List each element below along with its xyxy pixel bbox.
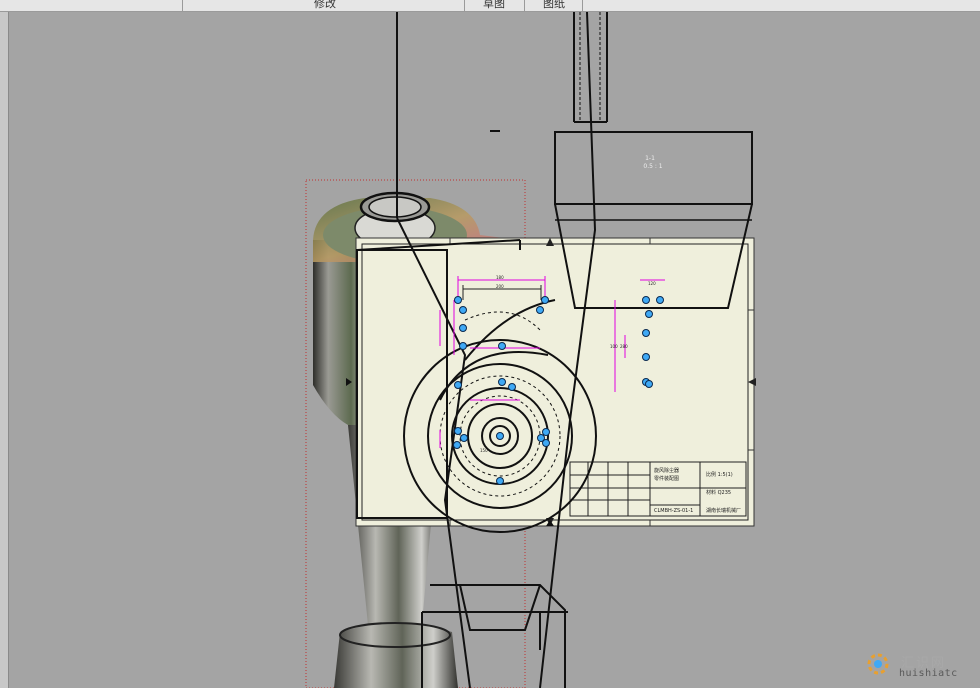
section-scale: 0.5 : 1 bbox=[643, 163, 662, 170]
title-name-2: 零件装配图 bbox=[654, 475, 679, 482]
dim-text: 100 bbox=[610, 344, 618, 349]
dim-text: 180 bbox=[496, 275, 504, 280]
title-name-1: 旋风除尘器 bbox=[654, 467, 679, 474]
title-company: 湖南长瑞机械厂 bbox=[706, 507, 741, 514]
dim-text: 120 bbox=[648, 281, 656, 286]
title-scale: 比例 1:5(1) bbox=[706, 471, 733, 478]
watermark-subtext: huishiatc bbox=[899, 668, 958, 679]
dim-text: 280 bbox=[620, 344, 628, 349]
title-drawing-no: CLMBH-ZS-01-1 bbox=[654, 508, 693, 514]
dim-text: 200 bbox=[496, 284, 504, 289]
dim-text: 150 bbox=[480, 448, 488, 453]
watermark-logo bbox=[867, 653, 889, 675]
section-label: 1-1 bbox=[645, 155, 655, 162]
graphics-viewport[interactable]: 旋风除尘器 零件装配图 比例 1:5(1) 材料 Q235 CLMBH-ZS-0… bbox=[0, 0, 980, 688]
title-material: 材料 Q235 bbox=[706, 489, 731, 496]
